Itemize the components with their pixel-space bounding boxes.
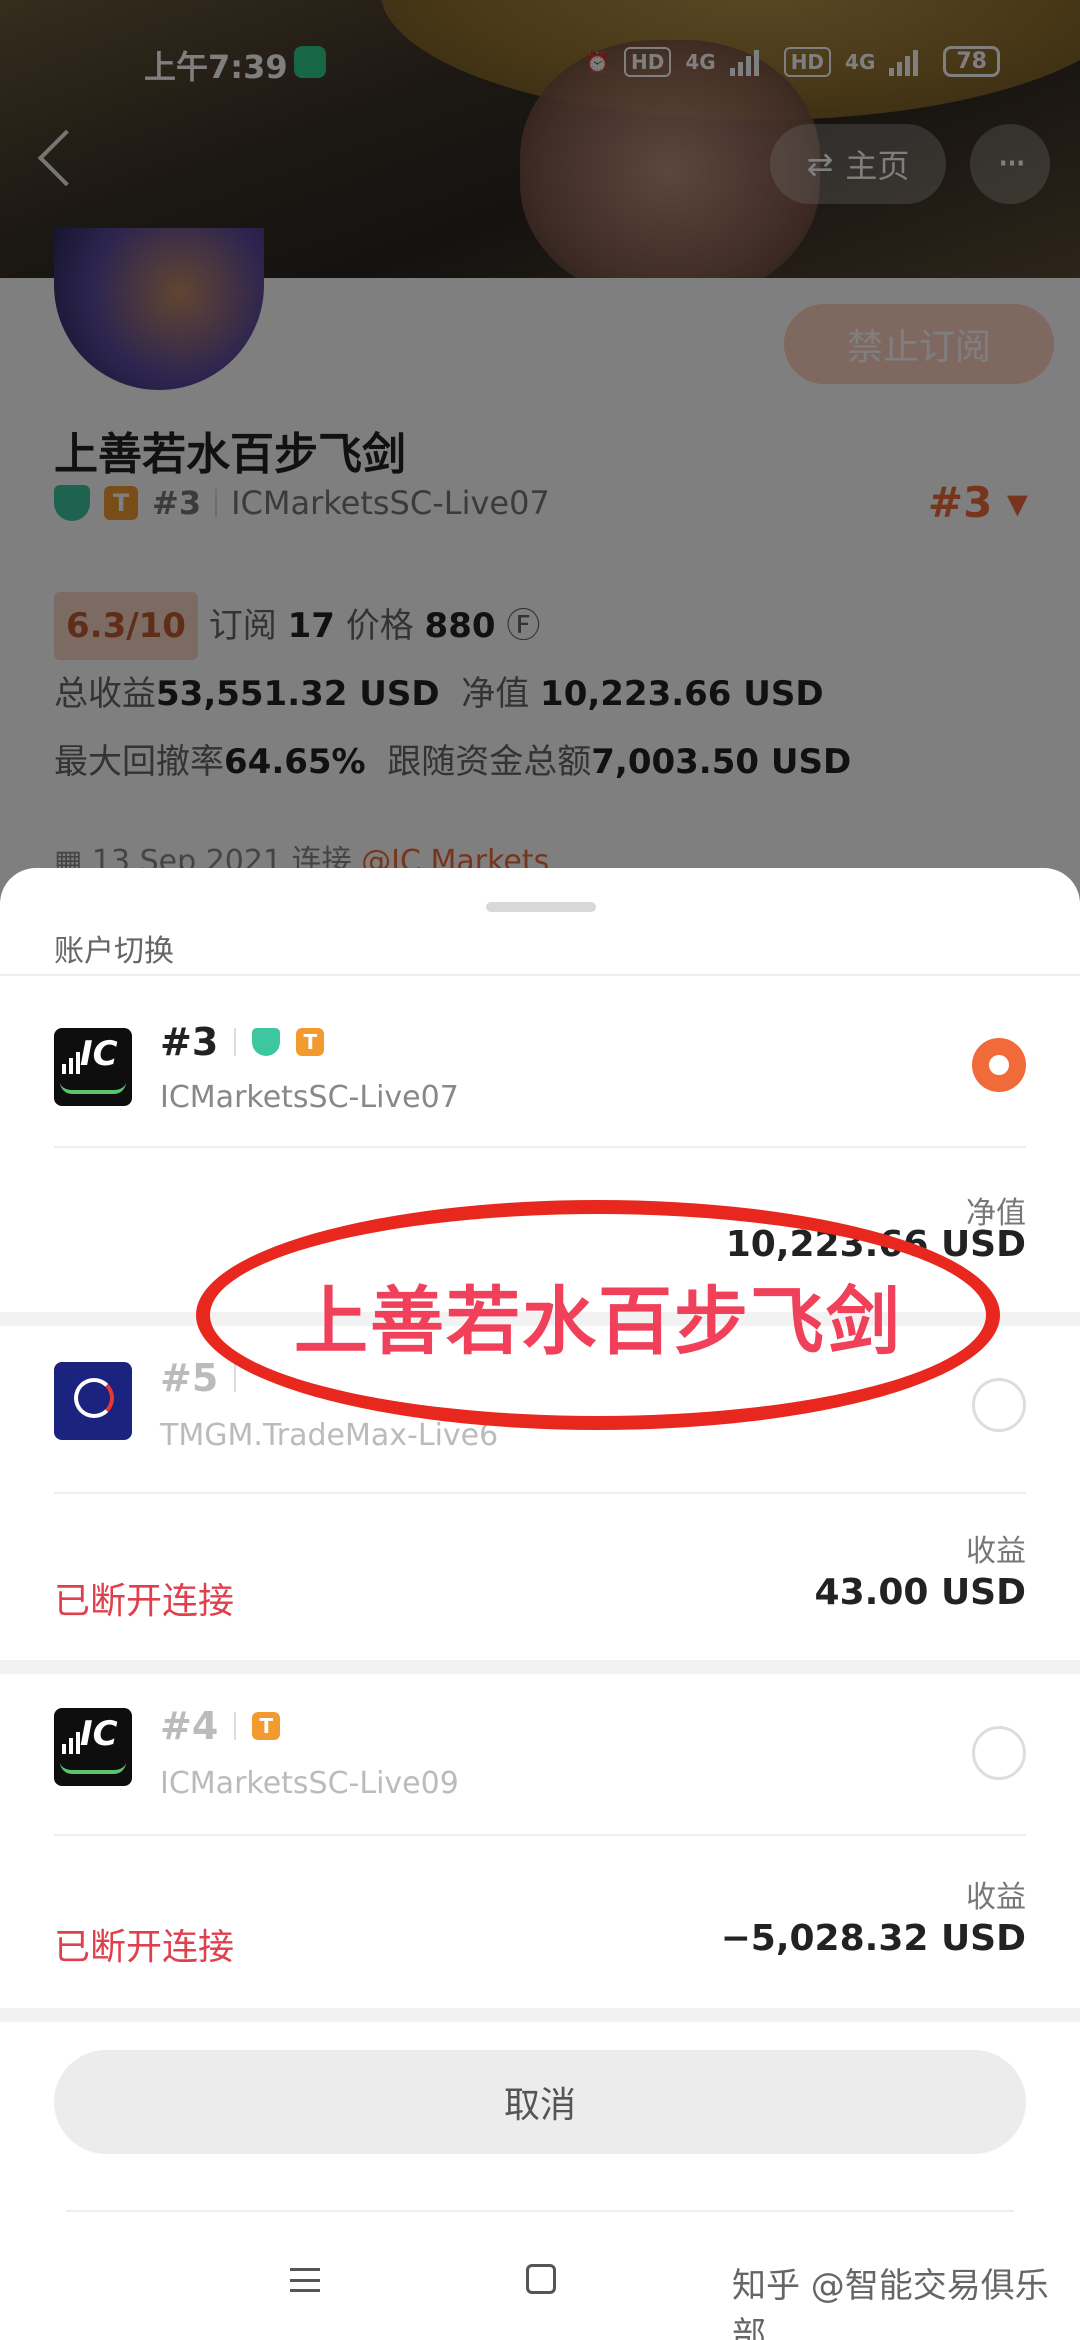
ic-markets-logo: IC bbox=[54, 1028, 132, 1106]
watermark: 知乎 @智能交易俱乐部 bbox=[732, 2266, 1049, 2340]
disconnected-status: 已断开连接 bbox=[54, 1927, 235, 1968]
profit-value: −5,028.32 USD bbox=[720, 1918, 1026, 1959]
account-radio-selected[interactable] bbox=[972, 1038, 1026, 1092]
home-square-icon[interactable] bbox=[526, 2264, 556, 2294]
menu-icon[interactable] bbox=[290, 2268, 320, 2292]
account-number-text: #4 bbox=[160, 1704, 219, 1748]
account-radio[interactable] bbox=[972, 1726, 1026, 1780]
account-server: ICMarketsSC-Live07 bbox=[160, 1080, 459, 1115]
sheet-drag-handle[interactable] bbox=[486, 902, 596, 912]
profit-value: 43.00 USD bbox=[814, 1572, 1026, 1613]
account-separator bbox=[54, 1492, 1026, 1494]
account-number: #3 T bbox=[160, 1020, 325, 1064]
ic-markets-logo: IC bbox=[54, 1708, 132, 1786]
account-number-text: #3 bbox=[160, 1020, 219, 1064]
tmgm-logo bbox=[54, 1362, 132, 1440]
account-divider bbox=[234, 1028, 237, 1056]
sheet-title: 账户切换 bbox=[54, 934, 174, 969]
profit-label: 收益 bbox=[966, 1534, 1026, 1569]
verified-shield-icon bbox=[252, 1028, 281, 1056]
account-switch-sheet: 账户切换 IC #3 T ICMarketsSC-Live07 净值 10,22… bbox=[0, 868, 1080, 2340]
account-separator bbox=[54, 1146, 1026, 1148]
annotation-text: 上善若水百步飞剑 bbox=[294, 1278, 902, 1365]
account-item-4[interactable]: IC #4 T ICMarketsSC-Live09 bbox=[0, 1674, 1080, 1874]
account-separator bbox=[54, 1834, 1026, 1836]
disconnected-status: 已断开连接 bbox=[54, 1581, 235, 1622]
account-server: ICMarketsSC-Live09 bbox=[160, 1766, 459, 1801]
nav-divider bbox=[66, 2210, 1014, 2212]
cancel-button[interactable]: 取消 bbox=[54, 2050, 1026, 2154]
profit-label: 收益 bbox=[966, 1880, 1026, 1915]
account-divider bbox=[234, 1712, 237, 1740]
t-badge: T bbox=[252, 1712, 281, 1740]
account-number: #4 T bbox=[160, 1704, 281, 1748]
section-gap bbox=[0, 2008, 1080, 2022]
section-gap bbox=[0, 1660, 1080, 1674]
t-badge: T bbox=[296, 1028, 325, 1056]
